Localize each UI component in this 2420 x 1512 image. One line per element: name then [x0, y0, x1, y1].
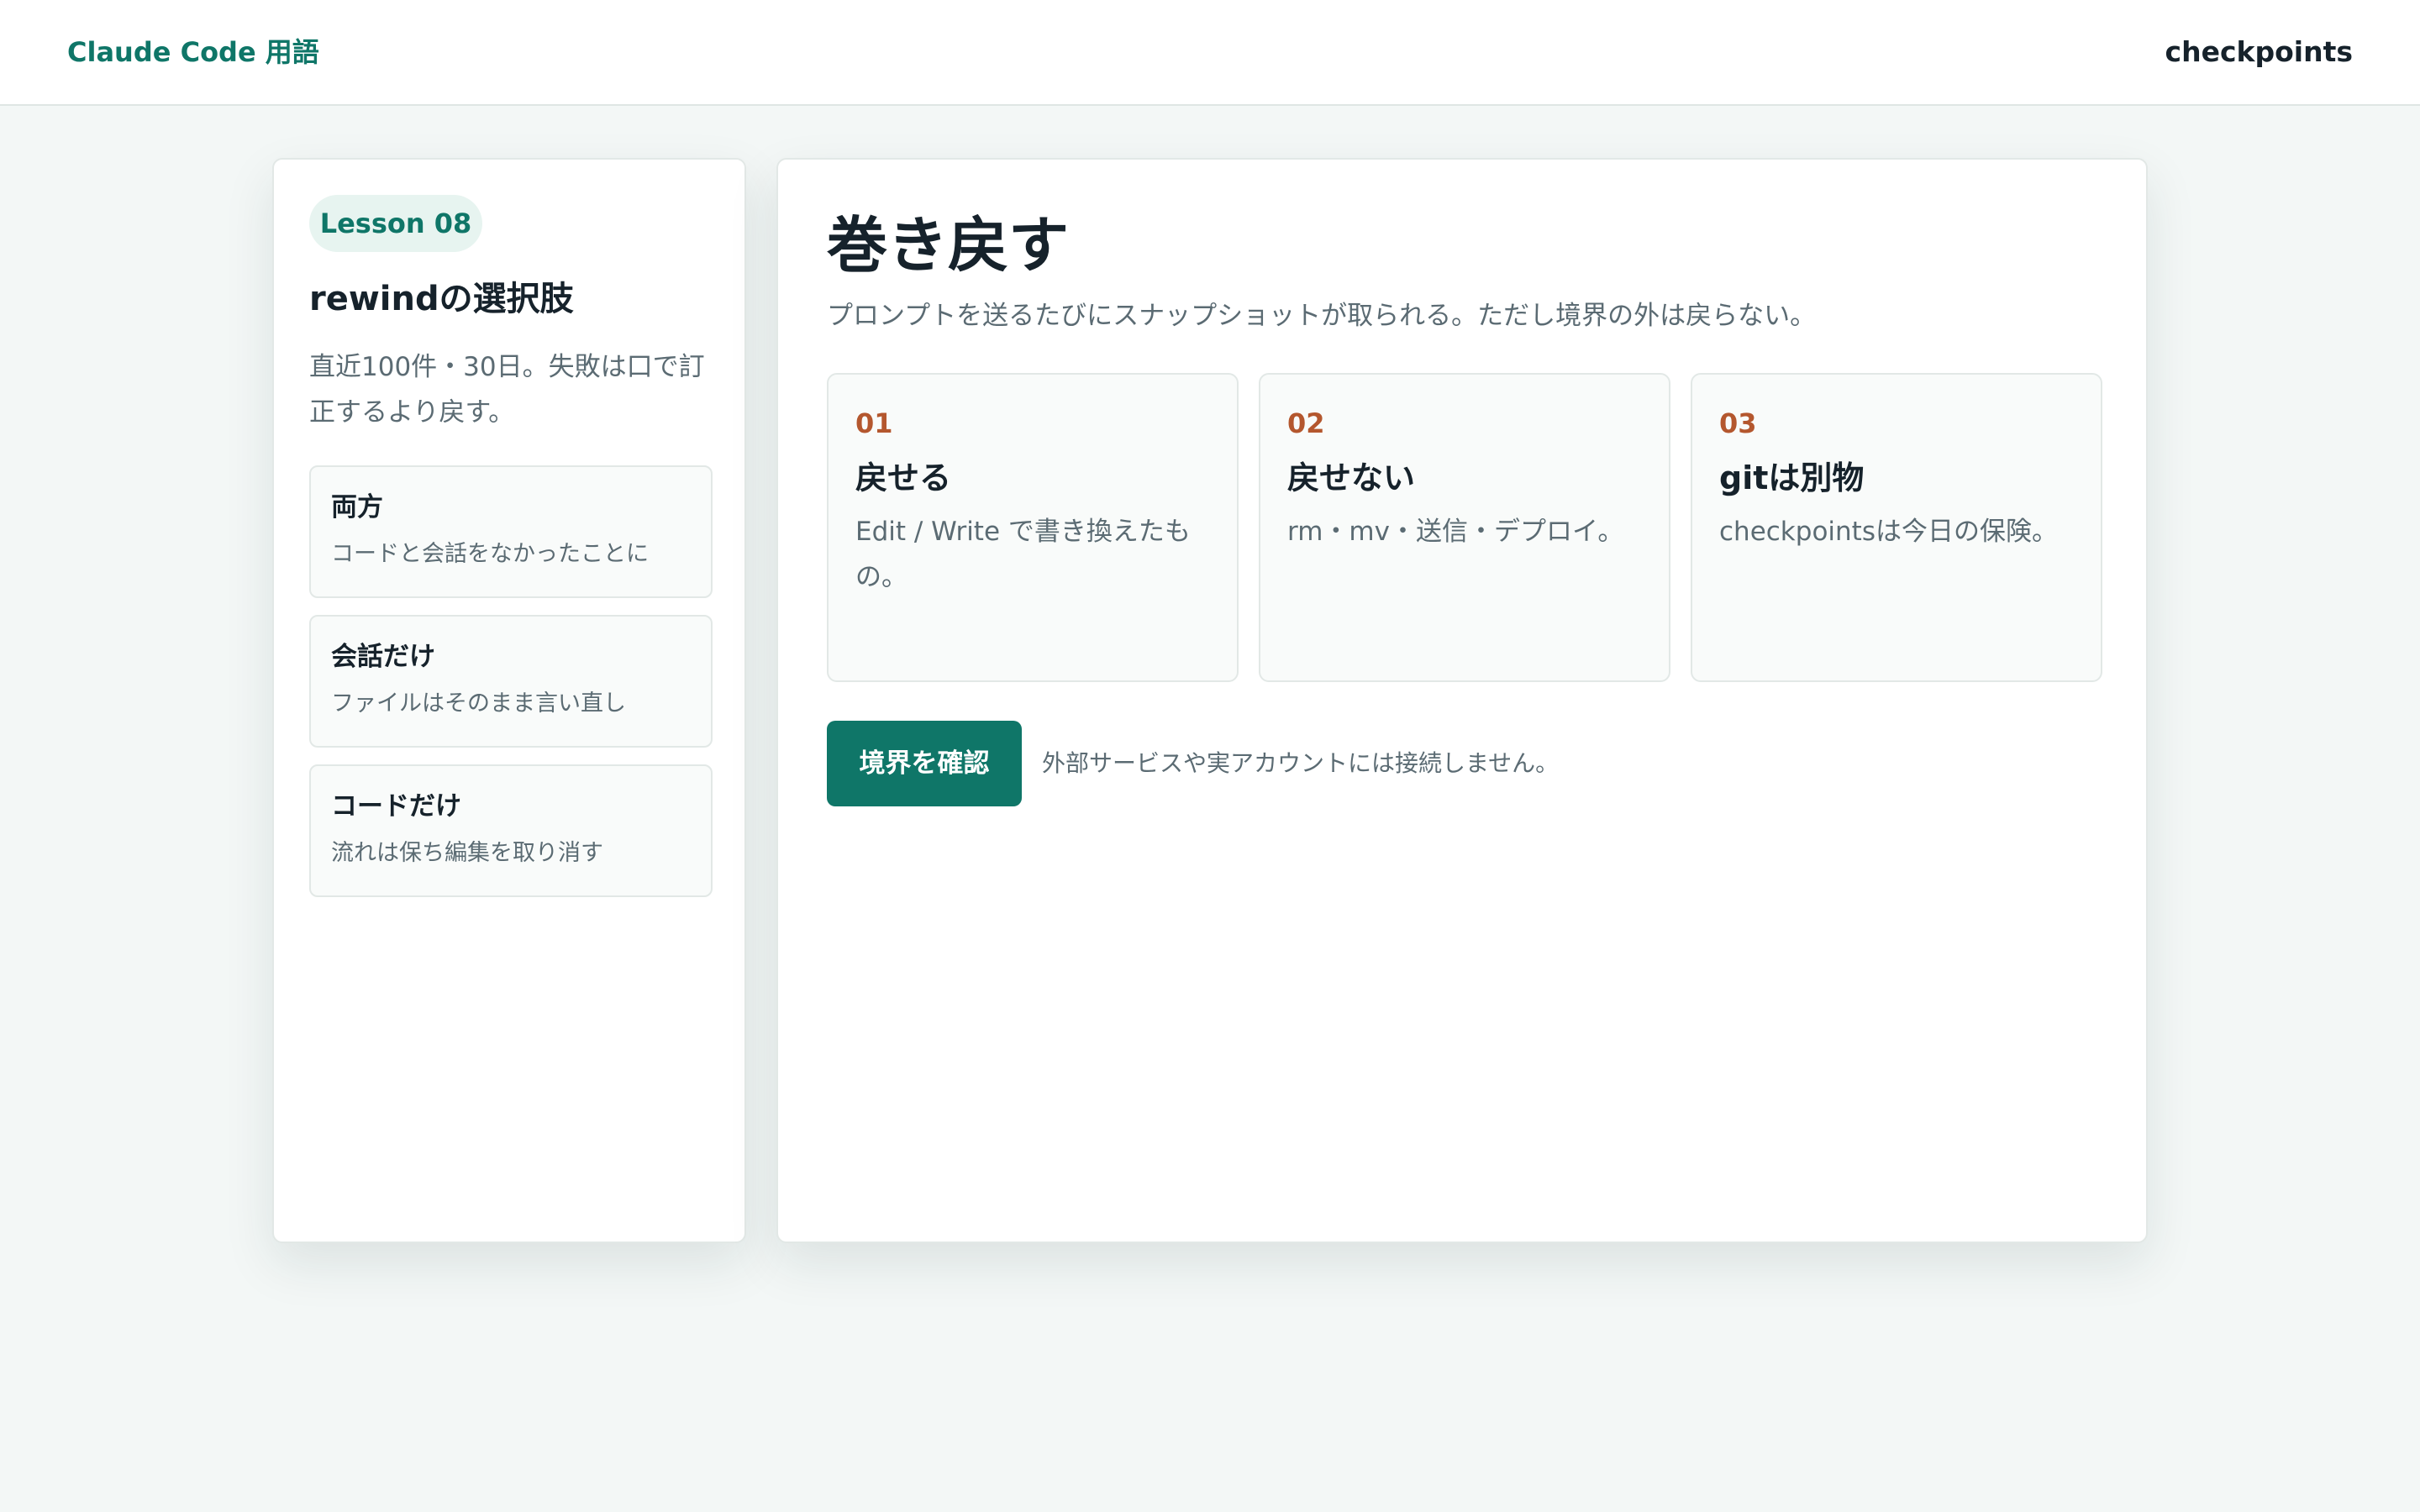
card-number: 01	[855, 407, 893, 439]
sidebar-title: rewindの選択肢	[309, 280, 574, 318]
action-note: 外部サービスや実アカウントには接続しません。	[1042, 749, 1560, 777]
option-subtitle: ファイルはそのまま言い直し	[331, 690, 626, 717]
option-subtitle: コードと会話をなかったことに	[331, 541, 649, 567]
option-title: コードだけ	[331, 791, 461, 822]
info-card-git: 03 gitは別物 checkpointsは今日の保険。	[1691, 373, 2102, 682]
card-number: 02	[1287, 407, 1325, 439]
option-subtitle: 流れは保ち編集を取り消す	[331, 840, 603, 866]
rewind-option-code[interactable]: コードだけ 流れは保ち編集を取り消す	[309, 764, 713, 897]
option-title: 両方	[331, 492, 383, 522]
card-number: 03	[1719, 407, 1757, 439]
rewind-option-both[interactable]: 両方 コードと会話をなかったことに	[309, 465, 713, 598]
check-boundary-button[interactable]: 境界を確認	[827, 721, 1022, 806]
card-text: Edit / Write で書き換えたもの。	[855, 517, 1191, 592]
card-title: 戻せる	[855, 459, 952, 496]
card-title: 戻せない	[1287, 459, 1416, 496]
option-title: 会話だけ	[331, 642, 435, 672]
top-bar: Claude Code 用語 checkpoints	[0, 0, 2420, 106]
topic-label: checkpoints	[2165, 35, 2353, 68]
rewind-option-conversation[interactable]: 会話だけ ファイルはそのまま言い直し	[309, 615, 713, 748]
card-text: checkpointsは今日の保険。	[1719, 517, 2058, 547]
page-title: 巻き戻す	[827, 210, 1070, 281]
info-card-not-revertible: 02 戻せない rm・mv・送信・デプロイ。	[1259, 373, 1670, 682]
info-card-revertible: 01 戻せる Edit / Write で書き換えたもの。	[827, 373, 1239, 682]
card-text: rm・mv・送信・デプロイ。	[1287, 517, 1624, 547]
main-panel: 巻き戻す プロンプトを送るたびにスナップショットが取られる。ただし境界の外は戻ら…	[776, 158, 2148, 1243]
lesson-sidebar: Lesson 08 rewindの選択肢 直近100件・30日。失敗は口で訂正す…	[272, 158, 746, 1243]
card-title: gitは別物	[1719, 459, 1865, 496]
lesson-badge: Lesson 08	[309, 195, 482, 252]
page-description: プロンプトを送るたびにスナップショットが取られる。ただし境界の外は戻らない。	[827, 301, 1817, 331]
brand-title: Claude Code 用語	[67, 36, 319, 68]
sidebar-description: 直近100件・30日。失敗は口で訂正するより戻す。	[309, 352, 705, 428]
